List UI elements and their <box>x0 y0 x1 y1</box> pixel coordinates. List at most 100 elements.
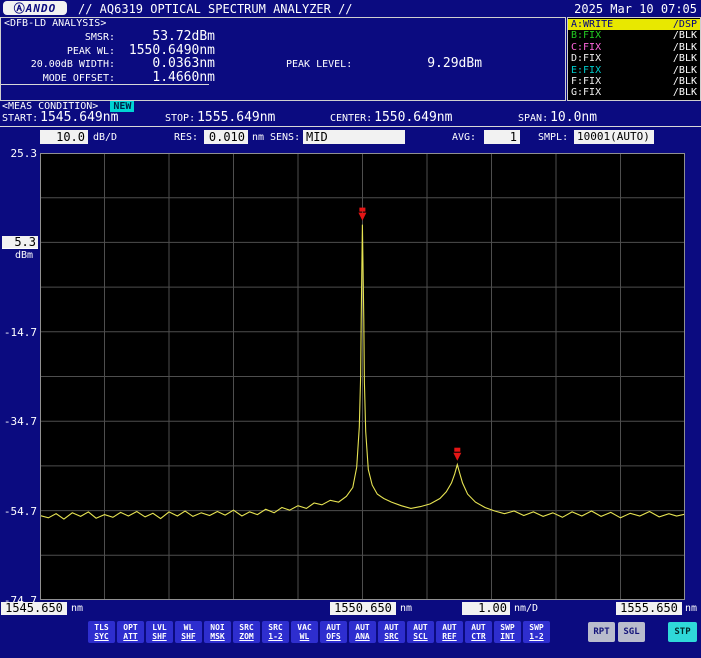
analysis-results: SMSR: 53.72dBm PEAK WL: 1550.6490nm 20.0… <box>1 29 233 83</box>
analysis-row-smsr: SMSR: 53.72dBm <box>1 29 233 43</box>
ando-logo: Ⓐ ANDO <box>3 1 67 15</box>
avg-label: AVG: <box>452 132 476 143</box>
softkey-noi-msk[interactable]: NOIMSK <box>204 621 231 643</box>
softkey-toolbar: TLSSYCOPTATTLVLSHFWLSHFNOIMSKSRCZOMSRC1-… <box>88 621 550 643</box>
trace-status-g: G:FIX/BLK <box>568 87 700 98</box>
start-field: START: 1545.649nm <box>2 110 118 125</box>
res-box: 0.010 <box>204 130 248 144</box>
softkey-src-1-2[interactable]: SRC1-2 <box>262 621 289 643</box>
x-start-unit: nm <box>71 603 83 614</box>
center-label: CENTER: <box>330 113 372 124</box>
trace-mode: /BLK <box>673 76 697 87</box>
title-bar: Ⓐ ANDO // AQ6319 OPTICAL SPECTRUM ANALYZ… <box>0 0 701 17</box>
stop-sweep-button[interactable]: STP <box>668 622 697 642</box>
sens-label: SENS: <box>270 132 300 143</box>
mode-offset-label: MODE OFFSET: <box>1 73 115 84</box>
x-stop-unit: nm <box>685 603 697 614</box>
start-value: 1545.649nm <box>40 110 118 125</box>
width-label: 20.00dB WIDTH: <box>1 59 115 70</box>
trace-name: B:FIX <box>571 30 601 41</box>
trace-mode: /BLK <box>673 53 697 64</box>
trace-mode: /BLK <box>673 65 697 76</box>
trace-status-panel: A:WRITE/DSPB:FIX/BLKC:FIX/BLKD:FIX/BLKE:… <box>567 17 701 101</box>
meas-condition-fields: START: 1545.649nm STOP: 1555.649nm CENTE… <box>0 110 701 125</box>
softkey-swp-1-2[interactable]: SWP1-2 <box>523 621 550 643</box>
sens-box: MID <box>303 130 405 144</box>
ref-level-box: 5.3 <box>2 236 38 249</box>
analysis-divider <box>1 84 209 85</box>
trace-status-f: F:FIX/BLK <box>568 76 700 87</box>
trace-name: E:FIX <box>571 65 601 76</box>
trace-status-c: C:FIX/BLK <box>568 42 700 53</box>
stop-label: STOP: <box>165 113 195 124</box>
softkey-wl-shf[interactable]: WLSHF <box>175 621 202 643</box>
x-per-div-unit: nm/D <box>514 603 538 614</box>
softkey-vac-wl[interactable]: VACWL <box>291 621 318 643</box>
y-tick-m34: -34.7 <box>0 415 37 428</box>
span-label: SPAN: <box>518 113 548 124</box>
softkey-aut-ana[interactable]: AUTANA <box>349 621 376 643</box>
ref-level-unit: dBm <box>15 250 33 261</box>
peak-level-readout: PEAK LEVEL: 9.29dBm <box>286 56 482 71</box>
softkey-aut-ref[interactable]: AUTREF <box>436 621 463 643</box>
softkey-swp-int[interactable]: SWPINT <box>494 621 521 643</box>
spectrum-plot <box>40 153 685 600</box>
trace-name: G:FIX <box>571 87 601 98</box>
level-scale-unit: dB/D <box>93 132 117 143</box>
trace-mode: /BLK <box>673 42 697 53</box>
osa-screen: Ⓐ ANDO // AQ6319 OPTICAL SPECTRUM ANALYZ… <box>0 0 701 658</box>
y-tick-m14: -14.7 <box>0 326 37 339</box>
trace-name: A:WRITE <box>571 19 613 30</box>
peak-level-label: PEAK LEVEL: <box>286 59 352 70</box>
sweep-settings-row: 10.0 dB/D RES: 0.010 nm SENS: MID AVG: 1… <box>0 130 701 146</box>
level-scale-box: 10.0 <box>40 130 88 144</box>
single-sweep-button[interactable]: SGL <box>618 622 645 642</box>
res-label: RES: <box>174 132 198 143</box>
x-start-box: 1545.650 <box>1 602 67 615</box>
softkey-aut-src[interactable]: AUTSRC <box>378 621 405 643</box>
trace-mode: /BLK <box>673 30 697 41</box>
trace-status-d: D:FIX/BLK <box>568 53 700 64</box>
smpl-box: 10001(AUTO) <box>574 130 654 144</box>
stop-value: 1555.649nm <box>197 110 275 125</box>
trace-name: F:FIX <box>571 76 601 87</box>
trace-name: C:FIX <box>571 42 601 53</box>
horizontal-rule <box>0 126 701 127</box>
x-center-box: 1550.650 <box>330 602 396 615</box>
softkey-aut-ctr[interactable]: AUTCTR <box>465 621 492 643</box>
center-value: 1550.649nm <box>374 110 452 125</box>
softkey-aut-scl[interactable]: AUTSCL <box>407 621 434 643</box>
span-value: 10.0nm <box>550 110 597 125</box>
stop-field: STOP: 1555.649nm <box>165 110 275 125</box>
softkey-tls-syc[interactable]: TLSSYC <box>88 621 115 643</box>
softkey-src-zom[interactable]: SRCZOM <box>233 621 260 643</box>
span-field: SPAN: 10.0nm <box>518 110 597 125</box>
instrument-title: // AQ6319 OPTICAL SPECTRUM ANALYZER // <box>78 2 353 16</box>
ando-logo-text: ANDO <box>26 2 57 15</box>
dfb-ld-analysis-panel: <DFB-LD ANALYSIS> SMSR: 53.72dBm PEAK WL… <box>0 17 566 101</box>
peak-wl-label: PEAK WL: <box>1 46 115 57</box>
softkey-opt-att[interactable]: OPTATT <box>117 621 144 643</box>
y-tick-m54: -54.7 <box>0 505 37 518</box>
x-stop-box: 1555.650 <box>616 602 682 615</box>
x-axis-row: 1545.650 nm 1550.650 nm 1.00 nm/D 1555.6… <box>0 602 701 616</box>
analysis-row-width: 20.00dB WIDTH: 0.0363nm <box>1 56 233 70</box>
softkey-lvl-shf[interactable]: LVLSHF <box>146 621 173 643</box>
analysis-row-mode-offset: MODE OFFSET: 1.4660nm <box>1 70 233 84</box>
trace-mode: /BLK <box>673 87 697 98</box>
smsr-label: SMSR: <box>1 32 115 43</box>
peak-level-value: 9.29dBm <box>427 56 482 71</box>
x-center-unit: nm <box>400 603 412 614</box>
mode-offset-value: 1.4660nm <box>115 70 215 85</box>
y-tick-25: 25.3 <box>0 147 37 160</box>
analysis-row-peak-wl: PEAK WL: 1550.6490nm <box>1 43 233 57</box>
trace-status-a: A:WRITE/DSP <box>568 19 700 30</box>
repeat-sweep-button[interactable]: RPT <box>588 622 615 642</box>
softkey-aut-ofs[interactable]: AUTOFS <box>320 621 347 643</box>
trace-status-e: E:FIX/BLK <box>568 65 700 76</box>
ando-logo-mark-icon: Ⓐ <box>14 0 25 16</box>
analysis-panel-header: <DFB-LD ANALYSIS> <box>4 18 106 29</box>
start-label: START: <box>2 113 38 124</box>
x-per-div-box: 1.00 <box>462 602 510 615</box>
avg-box: 1 <box>484 130 520 144</box>
